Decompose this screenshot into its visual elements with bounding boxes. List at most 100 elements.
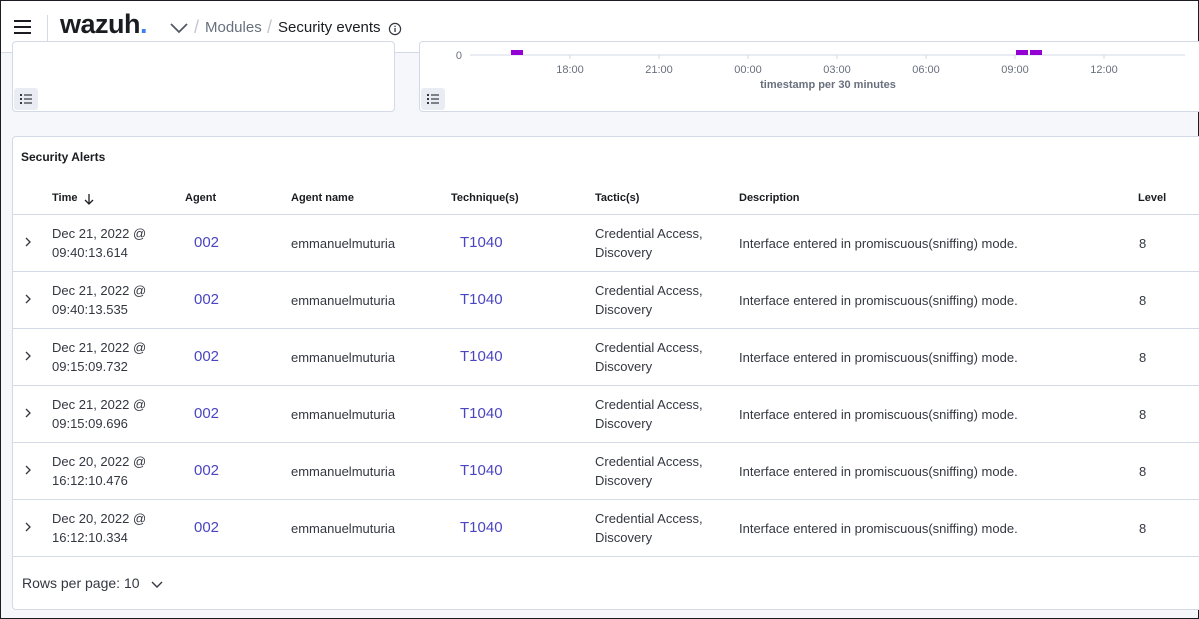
histogram-bar[interactable] bbox=[511, 50, 523, 55]
time-date: Dec 20, 2022 @ bbox=[52, 454, 147, 469]
technique-link[interactable]: T1040 bbox=[460, 233, 503, 252]
tactic-line: Credential Access, bbox=[595, 397, 703, 412]
time-clock: 16:12:10.334 bbox=[52, 530, 128, 545]
chevron-right-icon[interactable] bbox=[21, 235, 35, 249]
agent-id-link[interactable]: 002 bbox=[194, 347, 219, 366]
cell-time: Dec 21, 2022 @ 09:40:13.535 bbox=[52, 281, 162, 319]
cell-tactics: Credential Access, Discovery bbox=[595, 452, 725, 490]
cell-level: 8 bbox=[1139, 464, 1147, 479]
tactic-line: Discovery bbox=[595, 416, 653, 431]
wazuh-logo[interactable]: wazuh. bbox=[60, 9, 148, 40]
cell-description: Interface entered in promiscuous(sniffin… bbox=[739, 236, 1018, 251]
cell-description: Interface entered in promiscuous(sniffin… bbox=[739, 293, 1018, 308]
cell-agent-name: emmanuelmuturia bbox=[291, 293, 396, 308]
tactic-line: Discovery bbox=[595, 359, 653, 374]
table-row[interactable]: Dec 20, 2022 @ 16:12:10.476 002 emmanuelmut… bbox=[13, 443, 1199, 500]
chevron-right-icon[interactable] bbox=[21, 292, 35, 306]
cell-time: Dec 20, 2022 @ 16:12:10.476 bbox=[52, 452, 162, 490]
cell-level: 8 bbox=[1139, 293, 1147, 308]
security-alerts-panel: Security Alerts Time Agent Agent name Te… bbox=[12, 136, 1199, 610]
x-axis-tick-label: 12:00 bbox=[1090, 64, 1118, 76]
technique-link[interactable]: T1040 bbox=[460, 461, 503, 480]
cell-agent-name: emmanuelmuturia bbox=[291, 464, 396, 479]
technique-link[interactable]: T1040 bbox=[460, 518, 503, 537]
x-axis-label: timestamp per 30 minutes bbox=[760, 79, 896, 91]
breadcrumb-separator: / bbox=[194, 17, 200, 37]
chevron-right-icon[interactable] bbox=[21, 520, 35, 534]
technique-link[interactable]: T1040 bbox=[460, 290, 503, 309]
legend-toggle-button[interactable] bbox=[14, 88, 38, 110]
tactic-line: Credential Access, bbox=[595, 283, 703, 298]
column-header-description[interactable]: Description bbox=[739, 192, 800, 204]
table-row[interactable]: Dec 21, 2022 @ 09:15:09.696 002 emmanuelmut… bbox=[13, 386, 1199, 443]
tactic-line: Discovery bbox=[595, 473, 653, 488]
chevron-right-icon[interactable] bbox=[21, 463, 35, 477]
histogram-bar[interactable] bbox=[1030, 50, 1042, 55]
time-clock: 09:15:09.696 bbox=[52, 416, 128, 431]
cell-tactics: Credential Access, Discovery bbox=[595, 224, 725, 262]
legend-list-icon bbox=[427, 94, 439, 104]
agent-id-link[interactable]: 002 bbox=[194, 233, 219, 252]
y-axis-zero-label: 0 bbox=[456, 50, 462, 62]
alerts-histogram: 18:00 21:00 00:00 03:00 06:00 09:00 12:00 0 ti… bbox=[456, 50, 1185, 91]
alerts-histogram-panel: 18:00 21:00 00:00 03:00 06:00 09:00 12:00 0 ti… bbox=[419, 41, 1199, 112]
donut-chart bbox=[91, 41, 191, 58]
table-row[interactable]: Dec 21, 2022 @ 09:40:13.535 002 emmanuelmut… bbox=[13, 272, 1199, 329]
time-date: Dec 21, 2022 @ bbox=[52, 340, 147, 355]
histogram-bar[interactable] bbox=[1016, 50, 1028, 55]
agent-id-link[interactable]: 002 bbox=[194, 461, 219, 480]
chevron-down-icon[interactable] bbox=[168, 19, 190, 37]
column-header-agent-name[interactable]: Agent name bbox=[291, 192, 354, 204]
tactic-line: Credential Access, bbox=[595, 454, 703, 469]
column-header-label: Time bbox=[52, 192, 78, 204]
cell-agent-name: emmanuelmuturia bbox=[291, 521, 396, 536]
legend-toggle-button[interactable] bbox=[421, 88, 445, 110]
table-row[interactable]: Dec 21, 2022 @ 09:40:13.614 002 emmanuelmut… bbox=[13, 215, 1199, 272]
x-axis-tick-label: 03:00 bbox=[823, 64, 851, 76]
column-header-agent[interactable]: Agent bbox=[185, 192, 216, 204]
cell-description: Interface entered in promiscuous(sniffin… bbox=[739, 350, 1018, 365]
legend-list-icon bbox=[20, 94, 32, 104]
time-clock: 09:40:13.614 bbox=[52, 245, 128, 260]
chevron-right-icon[interactable] bbox=[21, 349, 35, 363]
time-date: Dec 20, 2022 @ bbox=[52, 511, 147, 526]
x-axis-tick-label: 09:00 bbox=[1001, 64, 1029, 76]
cell-level: 8 bbox=[1139, 350, 1147, 365]
breadcrumb-security-events: Security events bbox=[278, 19, 381, 36]
time-date: Dec 21, 2022 @ bbox=[52, 397, 147, 412]
cell-time: Dec 21, 2022 @ 09:15:09.696 bbox=[52, 395, 162, 433]
cell-time: Dec 20, 2022 @ 16:12:10.334 bbox=[52, 509, 162, 547]
table-row[interactable]: Dec 21, 2022 @ 09:15:09.732 002 emmanuelmut… bbox=[13, 329, 1199, 386]
tactic-line: Credential Access, bbox=[595, 511, 703, 526]
chevron-right-icon[interactable] bbox=[21, 406, 35, 420]
x-axis-tick-label: 18:00 bbox=[556, 64, 584, 76]
donut-chart-panel bbox=[12, 41, 395, 112]
tactic-line: Credential Access, bbox=[595, 226, 703, 241]
column-header-techniques[interactable]: Technique(s) bbox=[451, 192, 519, 204]
tactic-line: Credential Access, bbox=[595, 340, 703, 355]
agent-id-link[interactable]: 002 bbox=[194, 518, 219, 537]
column-header-time[interactable]: Time bbox=[52, 192, 94, 205]
breadcrumb-modules[interactable]: Modules bbox=[205, 19, 262, 36]
technique-link[interactable]: T1040 bbox=[460, 404, 503, 423]
technique-link[interactable]: T1040 bbox=[460, 347, 503, 366]
time-clock: 09:40:13.535 bbox=[52, 302, 128, 317]
x-axis-tick-label: 06:00 bbox=[912, 64, 940, 76]
column-header-tactics[interactable]: Tactic(s) bbox=[595, 192, 639, 204]
agent-id-link[interactable]: 002 bbox=[194, 404, 219, 423]
tactic-line: Discovery bbox=[595, 530, 653, 545]
table-row[interactable]: Dec 20, 2022 @ 16:12:10.334 002 emmanuelmut… bbox=[13, 500, 1199, 557]
tactic-line: Discovery bbox=[595, 245, 653, 260]
breadcrumb-separator: / bbox=[267, 17, 273, 37]
cell-description: Interface entered in promiscuous(sniffin… bbox=[739, 407, 1018, 422]
time-clock: 16:12:10.476 bbox=[52, 473, 128, 488]
info-icon[interactable] bbox=[388, 22, 402, 36]
cell-level: 8 bbox=[1139, 236, 1147, 251]
column-header-level[interactable]: Level bbox=[1138, 192, 1166, 204]
chevron-down-icon[interactable] bbox=[150, 578, 164, 592]
menu-icon[interactable] bbox=[9, 13, 37, 41]
time-date: Dec 21, 2022 @ bbox=[52, 283, 147, 298]
time-date: Dec 21, 2022 @ bbox=[52, 226, 147, 241]
rows-per-page-button[interactable]: Rows per page: 10 bbox=[22, 575, 140, 591]
agent-id-link[interactable]: 002 bbox=[194, 290, 219, 309]
